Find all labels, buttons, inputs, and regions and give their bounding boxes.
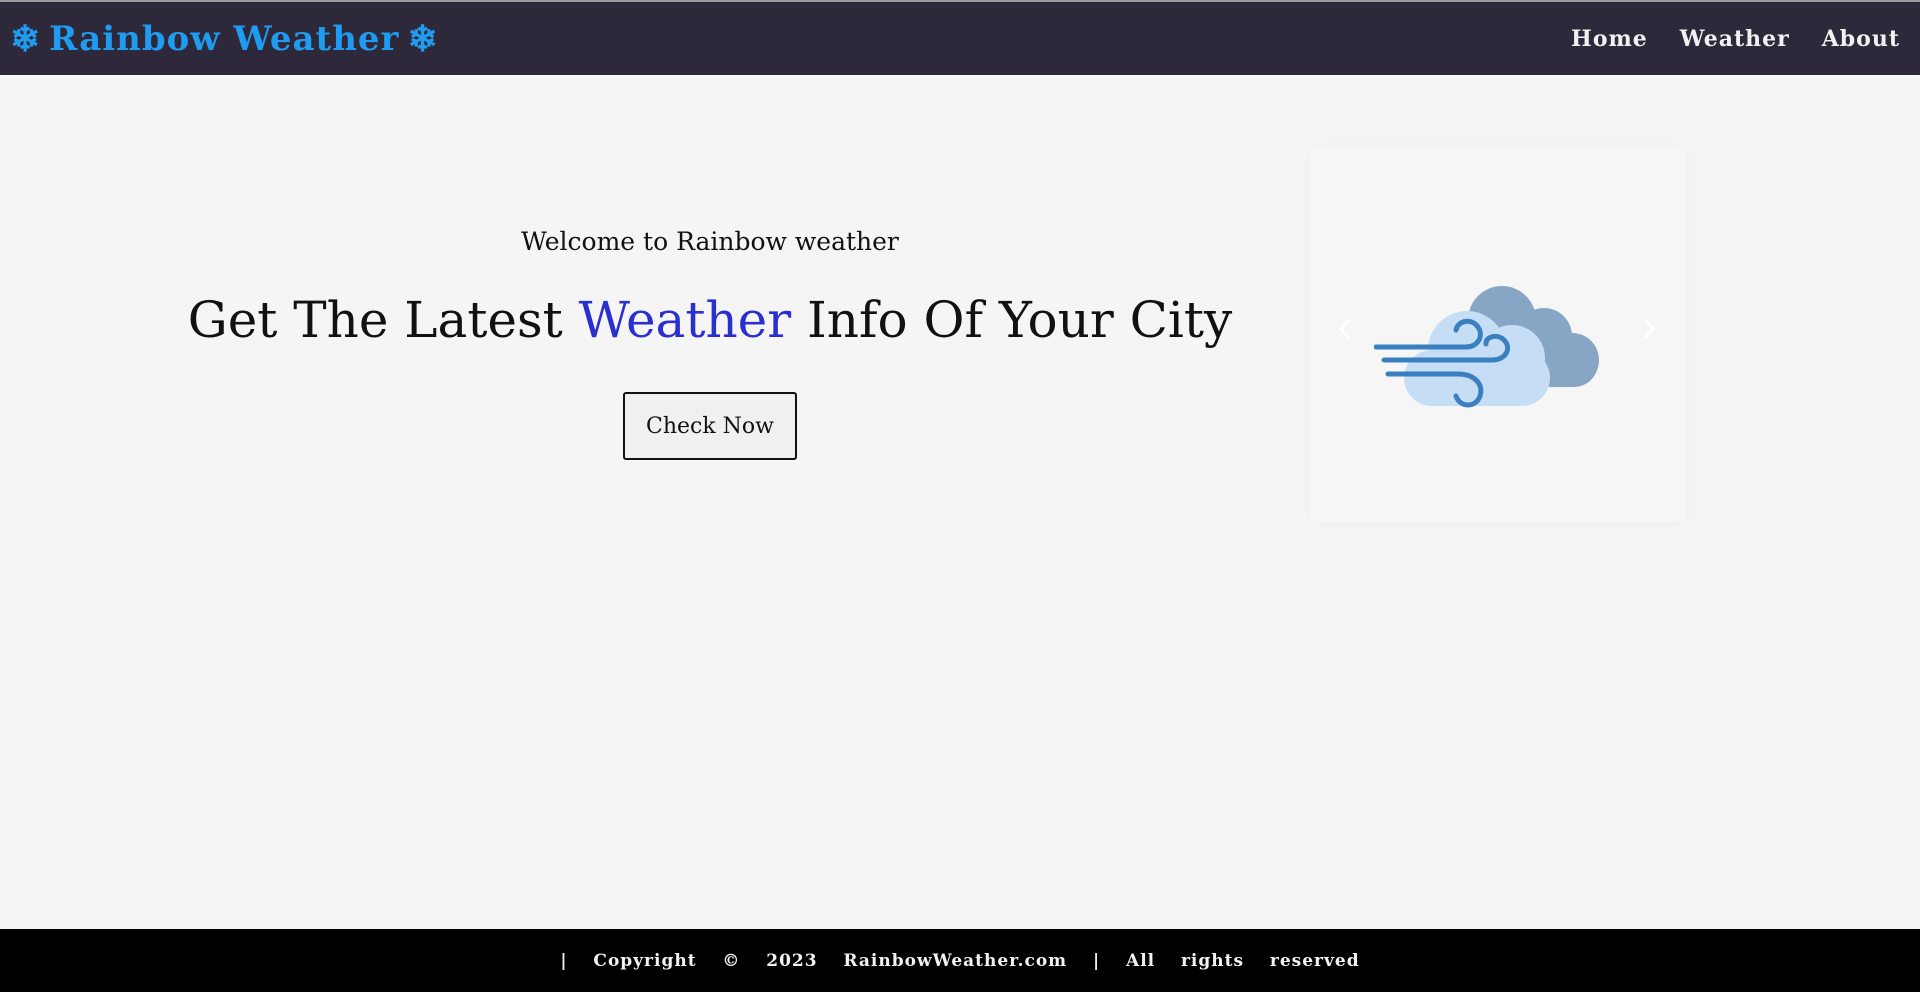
headline-suffix: Info Of Your City [791, 291, 1233, 349]
footer: | Copyright © 2023 RainbowWeather.com | … [0, 929, 1920, 992]
brand-logo[interactable]: ❄ Rainbow Weather ❄ [10, 2, 439, 75]
welcome-text: Welcome to Rainbow weather [521, 227, 899, 256]
chevron-right-icon [1643, 319, 1656, 339]
nav-link-about[interactable]: About [1822, 26, 1900, 52]
hero-section: Welcome to Rainbow weather Get The Lates… [150, 220, 1270, 460]
chevron-left-icon [1338, 319, 1351, 339]
hero-headline: Get The Latest Weather Info Of Your City [150, 290, 1270, 350]
brand-name: Rainbow Weather [49, 18, 400, 59]
nav-link-weather[interactable]: Weather [1680, 26, 1790, 52]
headline-accent: Weather [578, 291, 792, 349]
snowflake-icon: ❄ [10, 17, 42, 60]
check-now-button[interactable]: Check Now [623, 392, 797, 460]
nav-link-home[interactable]: Home [1571, 26, 1648, 52]
nav-links: Home Weather About [1571, 2, 1900, 75]
weather-carousel [1310, 148, 1686, 522]
snowflake-icon: ❄ [407, 17, 439, 60]
wind-cloud-icon [1374, 286, 1599, 408]
headline-prefix: Get The Latest [187, 291, 579, 349]
carousel-next-button[interactable] [1634, 314, 1664, 344]
navbar: ❄ Rainbow Weather ❄ Home Weather About [0, 2, 1920, 75]
carousel-prev-button[interactable] [1330, 314, 1360, 344]
copyright-text: | Copyright © 2023 RainbowWeather.com | … [560, 950, 1360, 971]
